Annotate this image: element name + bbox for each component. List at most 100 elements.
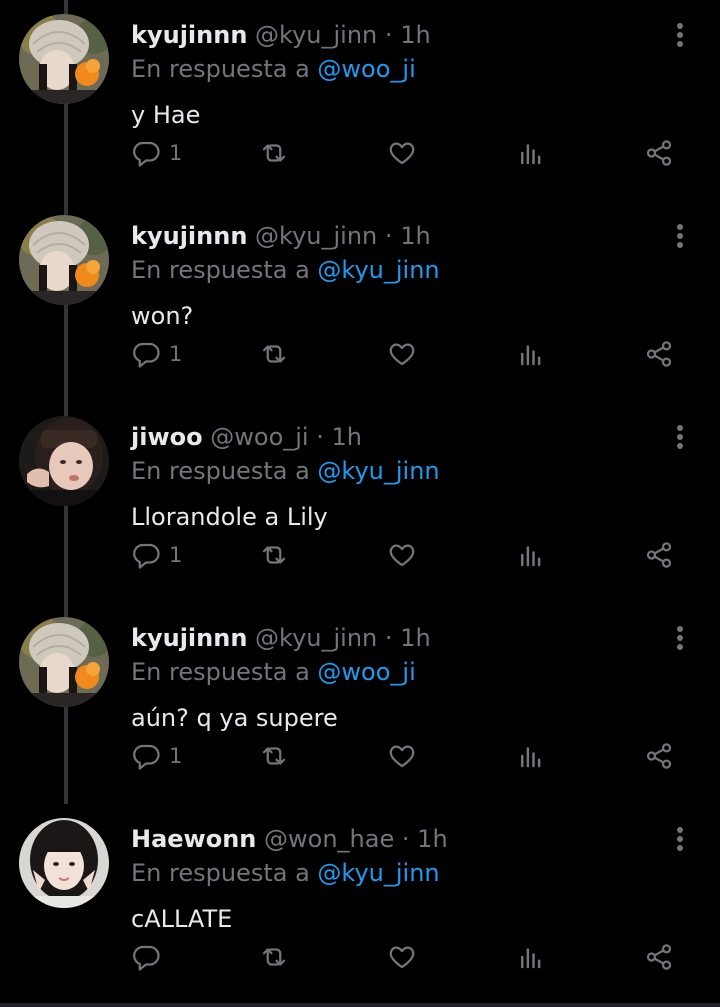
timestamp[interactable]: 1h: [400, 21, 430, 49]
reply-prefix: En respuesta a: [131, 256, 310, 284]
more-options-button[interactable]: [664, 219, 696, 253]
avatar-jiwoo[interactable]: [19, 416, 109, 506]
reply-icon: [133, 141, 160, 167]
user-handle[interactable]: @kyu_jinn: [255, 624, 377, 652]
like-button[interactable]: [387, 937, 417, 977]
reply-mention-link[interactable]: @kyu_jinn: [317, 256, 439, 284]
retweet-icon: [262, 144, 286, 162]
reply-icon: [133, 744, 160, 770]
reply-context: En respuesta a @woo_ji: [131, 655, 416, 689]
user-handle[interactable]: @won_hae: [264, 825, 394, 853]
reply-button[interactable]: 1: [131, 736, 182, 776]
views-button[interactable]: [516, 334, 546, 374]
like-button[interactable]: [387, 133, 417, 173]
more-options-button[interactable]: [664, 420, 696, 454]
display-name[interactable]: Haewonn: [131, 825, 256, 853]
retweet-icon: [262, 948, 286, 966]
tweet-header: jiwoo @woo_ji · 1h: [131, 420, 362, 454]
retweet-button[interactable]: [259, 334, 289, 374]
separator-dot: ·: [384, 222, 393, 250]
avatar-haewonn[interactable]: [19, 818, 109, 908]
reply-mention-link[interactable]: @kyu_jinn: [317, 457, 439, 485]
reply-prefix: En respuesta a: [131, 457, 310, 485]
views-button[interactable]: [516, 535, 546, 575]
timestamp[interactable]: 1h: [417, 825, 447, 853]
heart-icon: [389, 142, 415, 165]
share-icon: [646, 140, 672, 166]
tweet-text: y Hae: [131, 101, 201, 129]
share-button[interactable]: [644, 334, 674, 374]
views-icon: [521, 747, 541, 768]
more-options-button[interactable]: [664, 18, 696, 52]
reply-button[interactable]: 1: [131, 334, 182, 374]
timestamp[interactable]: 1h: [332, 423, 362, 451]
retweet-button[interactable]: [259, 937, 289, 977]
thread-line: [64, 201, 68, 215]
like-button[interactable]: [387, 334, 417, 374]
bottom-divider: [0, 1003, 720, 1007]
views-button[interactable]: [516, 937, 546, 977]
separator-dot: ·: [316, 423, 324, 451]
tweet-actions: 1: [131, 334, 691, 374]
more-vertical-icon: [677, 224, 683, 248]
display-name[interactable]: jiwoo: [131, 423, 203, 451]
heart-icon: [389, 544, 415, 567]
views-button[interactable]: [516, 133, 546, 173]
tweet-actions: [131, 937, 691, 977]
more-options-button[interactable]: [664, 621, 696, 655]
tweet-header: kyujinnn @kyu_jinn · 1h: [131, 219, 431, 253]
reply-mention-link[interactable]: @woo_ji: [317, 55, 415, 83]
display-name[interactable]: kyujinnn: [131, 21, 247, 49]
thread-line: [64, 104, 68, 201]
like-button[interactable]: [387, 736, 417, 776]
thread-line: [64, 0, 68, 14]
more-options-button[interactable]: [664, 822, 696, 856]
retweet-button[interactable]: [259, 535, 289, 575]
more-vertical-icon: [677, 425, 683, 449]
share-icon: [646, 944, 672, 970]
reply-button[interactable]: [131, 937, 169, 977]
share-button[interactable]: [644, 937, 674, 977]
share-button[interactable]: [644, 133, 674, 173]
views-button[interactable]: [516, 736, 546, 776]
views-icon: [521, 948, 541, 969]
reply-thread: kyujinnn @kyu_jinn · 1h En respuesta a @…: [0, 0, 720, 1007]
retweet-button[interactable]: [259, 736, 289, 776]
avatar-kyujinnn[interactable]: [19, 14, 109, 104]
more-vertical-icon: [677, 827, 683, 851]
timestamp[interactable]: 1h: [400, 222, 430, 250]
user-handle[interactable]: @woo_ji: [210, 423, 308, 451]
user-handle[interactable]: @kyu_jinn: [255, 21, 377, 49]
tweet[interactable]: kyujinnn @kyu_jinn · 1h En respuesta a @…: [0, 201, 720, 402]
separator-dot: ·: [401, 825, 410, 853]
views-icon: [521, 546, 541, 567]
retweet-icon: [262, 546, 286, 564]
retweet-button[interactable]: [259, 133, 289, 173]
display-name[interactable]: kyujinnn: [131, 624, 247, 652]
reply-context: En respuesta a @kyu_jinn: [131, 454, 440, 488]
tweet-actions: 1: [131, 736, 691, 776]
reply-prefix: En respuesta a: [131, 859, 310, 887]
tweet-actions: 1: [131, 133, 691, 173]
avatar-kyujinnn[interactable]: [19, 617, 109, 707]
share-button[interactable]: [644, 535, 674, 575]
reply-mention-link[interactable]: @kyu_jinn: [317, 859, 439, 887]
display-name[interactable]: kyujinnn: [131, 222, 247, 250]
reply-context: En respuesta a @kyu_jinn: [131, 253, 440, 287]
heart-icon: [389, 946, 415, 969]
tweet[interactable]: jiwoo @woo_ji · 1h En respuesta a @kyu_j…: [0, 402, 720, 603]
timestamp[interactable]: 1h: [400, 624, 430, 652]
tweet[interactable]: kyujinnn @kyu_jinn · 1h En respuesta a @…: [0, 603, 720, 804]
reply-prefix: En respuesta a: [131, 658, 310, 686]
reply-button[interactable]: 1: [131, 133, 182, 173]
thread-line: [64, 603, 68, 617]
like-button[interactable]: [387, 535, 417, 575]
reply-count: 1: [169, 543, 183, 567]
user-handle[interactable]: @kyu_jinn: [255, 222, 377, 250]
avatar-kyujinnn[interactable]: [19, 215, 109, 305]
reply-button[interactable]: 1: [131, 535, 182, 575]
tweet[interactable]: Haewonn @won_hae · 1h En respuesta a @ky…: [0, 804, 720, 1005]
tweet[interactable]: kyujinnn @kyu_jinn · 1h En respuesta a @…: [0, 0, 720, 201]
share-button[interactable]: [644, 736, 674, 776]
reply-mention-link[interactable]: @woo_ji: [317, 658, 415, 686]
